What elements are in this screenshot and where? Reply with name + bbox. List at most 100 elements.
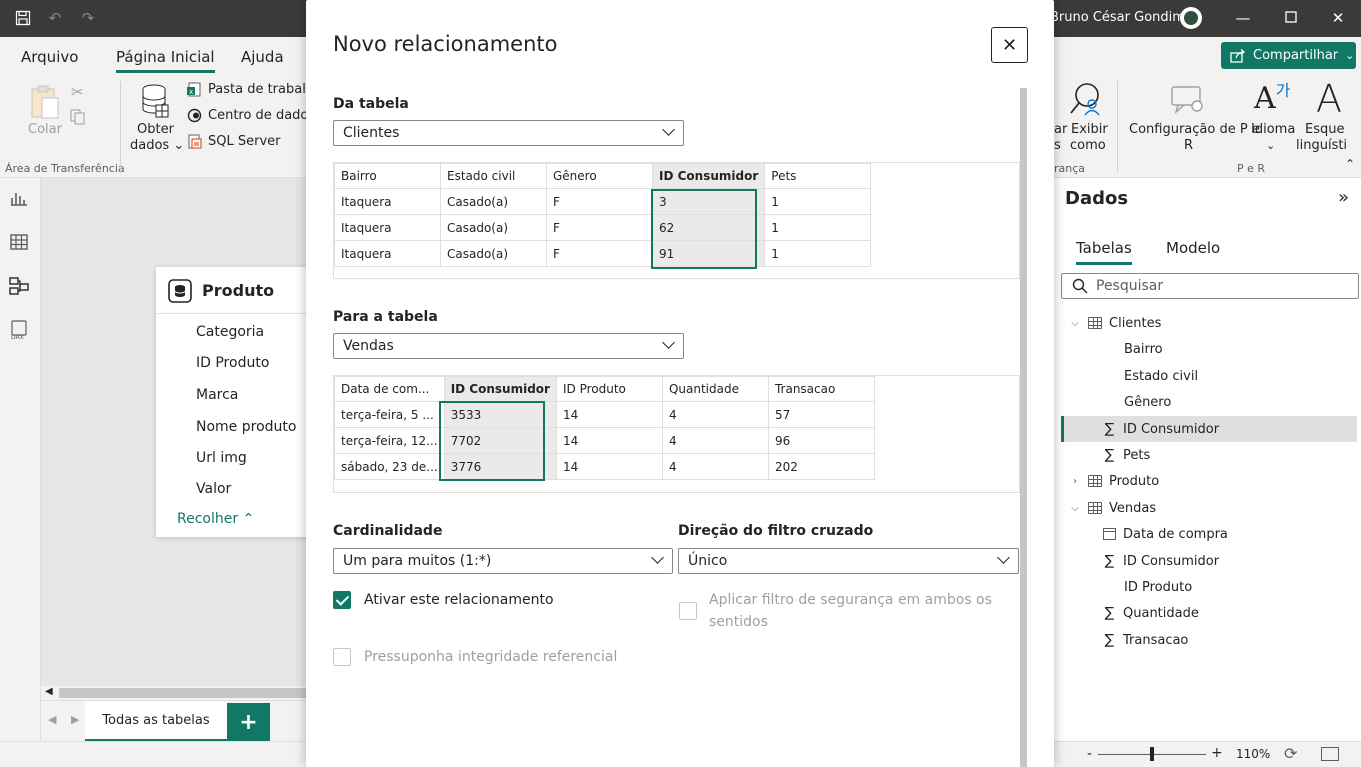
tree-field-bairro[interactable]: Bairro bbox=[1124, 336, 1163, 362]
tab-modelo[interactable]: Modelo bbox=[1166, 239, 1220, 257]
get-data-label-1[interactable]: Obter bbox=[137, 121, 174, 138]
language-dropdown-icon[interactable]: ⌄ bbox=[1266, 137, 1275, 154]
table-cell[interactable]: 14 bbox=[555, 401, 663, 428]
view-as-label-2[interactable]: como bbox=[1070, 137, 1106, 154]
copy-icon[interactable] bbox=[70, 109, 86, 125]
to-table-select[interactable]: Vendas bbox=[333, 333, 684, 359]
column-header[interactable]: Estado civil bbox=[440, 163, 547, 189]
card-field[interactable]: Valor bbox=[196, 481, 231, 497]
fit-to-page-icon[interactable]: ⟳ bbox=[1284, 744, 1297, 763]
table-cell[interactable]: Itaquera bbox=[334, 214, 441, 241]
table-cell[interactable]: 1 bbox=[764, 214, 872, 241]
excel-workbook-button[interactable]: x Pasta de trabalho bbox=[187, 82, 322, 97]
card-field[interactable]: Marca bbox=[196, 387, 238, 403]
table-cell[interactable]: Itaquera bbox=[334, 188, 441, 215]
table-cell[interactable]: 57 bbox=[767, 401, 875, 428]
table-cell[interactable]: 3 bbox=[651, 188, 766, 215]
card-field[interactable]: Nome produto bbox=[196, 419, 296, 435]
referential-integrity-checkbox[interactable] bbox=[333, 648, 351, 666]
dax-query-icon[interactable]: DAX bbox=[9, 320, 29, 341]
security-filter-checkbox[interactable] bbox=[679, 602, 697, 620]
table-cell[interactable]: 4 bbox=[661, 427, 769, 454]
table-cell[interactable]: Itaquera bbox=[334, 240, 441, 267]
dialog-scrollbar[interactable] bbox=[1020, 88, 1027, 767]
zoom-level[interactable]: 110% bbox=[1236, 747, 1270, 761]
cardinality-select[interactable]: Um para muitos (1:*) bbox=[333, 548, 673, 574]
column-header-selected[interactable]: ID Consumidor bbox=[443, 376, 557, 402]
column-header[interactable]: Transacao bbox=[767, 376, 875, 402]
table-cell[interactable]: 1 bbox=[764, 188, 872, 215]
sql-server-button[interactable]: SQL Server bbox=[187, 134, 281, 149]
model-view-icon[interactable] bbox=[9, 276, 29, 296]
activate-relationship-checkbox[interactable] bbox=[333, 591, 351, 609]
tree-field-id-consumidor[interactable]: ∑ ID Consumidor bbox=[1061, 416, 1357, 442]
chevron-down-icon[interactable]: ⌵ bbox=[1068, 503, 1082, 514]
table-view-icon[interactable] bbox=[9, 232, 29, 252]
next-page-icon[interactable]: ▶ bbox=[71, 713, 79, 726]
add-page-button[interactable]: + bbox=[227, 703, 270, 742]
linguistic-schema-icon[interactable]: A bbox=[1316, 77, 1342, 121]
data-hub-button[interactable]: Centro de dados bbox=[187, 108, 315, 123]
user-name[interactable]: Bruno César Gondim bbox=[1050, 10, 1185, 25]
table-cell[interactable]: terça-feira, 12... bbox=[334, 427, 445, 454]
chevron-down-icon[interactable]: ⌵ bbox=[1068, 318, 1082, 329]
partial-button-label-2[interactable]: s bbox=[1054, 137, 1061, 154]
tree-field-vendas-id-consumidor[interactable]: ∑ ID Consumidor bbox=[1103, 548, 1219, 574]
tree-field-id-produto[interactable]: ID Produto bbox=[1124, 574, 1192, 600]
tab-tabelas[interactable]: Tabelas bbox=[1076, 239, 1132, 265]
column-header[interactable]: Quantidade bbox=[661, 376, 769, 402]
tree-field-genero[interactable]: Gênero bbox=[1124, 389, 1171, 415]
table-cell[interactable]: 4 bbox=[661, 453, 769, 480]
view-as-label-1[interactable]: Exibir bbox=[1071, 121, 1108, 138]
linguistic-schema-label-2[interactable]: linguísti bbox=[1296, 137, 1347, 154]
scroll-left-icon[interactable]: ◀ bbox=[45, 686, 53, 697]
tree-table-produto[interactable]: › Produto bbox=[1068, 468, 1159, 494]
linguistic-schema-label-1[interactable]: Esque bbox=[1305, 121, 1344, 138]
table-cell[interactable]: F bbox=[546, 188, 653, 215]
undo-icon[interactable]: ↶ bbox=[46, 9, 64, 27]
close-dialog-button[interactable]: ✕ bbox=[991, 27, 1028, 63]
table-cell[interactable]: F bbox=[546, 240, 653, 267]
avatar[interactable] bbox=[1180, 7, 1202, 29]
column-header[interactable]: Bairro bbox=[334, 163, 441, 189]
tree-table-clientes[interactable]: ⌵ Clientes bbox=[1068, 310, 1161, 336]
scrollbar-thumb[interactable] bbox=[59, 688, 309, 698]
tree-table-vendas[interactable]: ⌵ Vendas bbox=[1068, 495, 1156, 521]
table-cell[interactable]: 96 bbox=[767, 427, 875, 454]
table-cell[interactable]: F bbox=[546, 214, 653, 241]
qa-setup-label-1[interactable]: Configuração de P e bbox=[1129, 121, 1260, 138]
tree-field-estado-civil[interactable]: Estado civil bbox=[1124, 363, 1198, 389]
database-icon[interactable] bbox=[140, 83, 170, 119]
column-header-selected[interactable]: ID Consumidor bbox=[651, 163, 766, 189]
cross-filter-select[interactable]: Único bbox=[678, 548, 1019, 574]
card-field[interactable]: ID Produto bbox=[196, 355, 269, 371]
zoom-slider-thumb[interactable] bbox=[1150, 747, 1154, 761]
share-button[interactable]: Compartilhar ⌄ bbox=[1221, 42, 1356, 69]
tree-field-data-de-compra[interactable]: Data de compra bbox=[1103, 521, 1228, 547]
table-cell[interactable]: 91 bbox=[651, 240, 766, 267]
column-header[interactable]: ID Produto bbox=[555, 376, 663, 402]
search-field[interactable] bbox=[1061, 273, 1359, 299]
table-cell[interactable]: Casado(a) bbox=[440, 214, 547, 241]
table-card-produto[interactable]: Produto Categoria ID Produto Marca Nome … bbox=[156, 267, 316, 537]
partial-button-label-1[interactable]: ar bbox=[1054, 121, 1067, 138]
table-cell[interactable]: Casado(a) bbox=[440, 240, 547, 267]
tab-arquivo[interactable]: Arquivo bbox=[21, 48, 78, 66]
prev-page-icon[interactable]: ◀ bbox=[48, 713, 56, 726]
view-as-icon[interactable] bbox=[1069, 82, 1103, 118]
table-cell[interactable]: terça-feira, 5 ... bbox=[334, 401, 445, 428]
close-window-icon[interactable]: ✕ bbox=[1328, 8, 1348, 28]
canvas-horizontal-scrollbar[interactable]: ◀ bbox=[41, 686, 309, 700]
search-input[interactable] bbox=[1096, 278, 1346, 294]
get-data-label-2[interactable]: dados ⌄ bbox=[130, 137, 184, 154]
save-icon[interactable] bbox=[14, 9, 32, 27]
table-cell[interactable]: 7702 bbox=[443, 427, 557, 454]
table-cell[interactable]: 4 bbox=[661, 401, 769, 428]
cut-icon[interactable]: ✂ bbox=[71, 83, 84, 101]
table-cell[interactable]: 202 bbox=[767, 453, 875, 480]
tab-pagina-inicial[interactable]: Página Inicial bbox=[116, 48, 215, 73]
tree-field-quantidade[interactable]: ∑ Quantidade bbox=[1103, 600, 1199, 626]
column-header[interactable]: Data de com... bbox=[334, 376, 445, 402]
card-field[interactable]: Categoria bbox=[196, 324, 264, 340]
paste-icon[interactable] bbox=[30, 84, 60, 120]
